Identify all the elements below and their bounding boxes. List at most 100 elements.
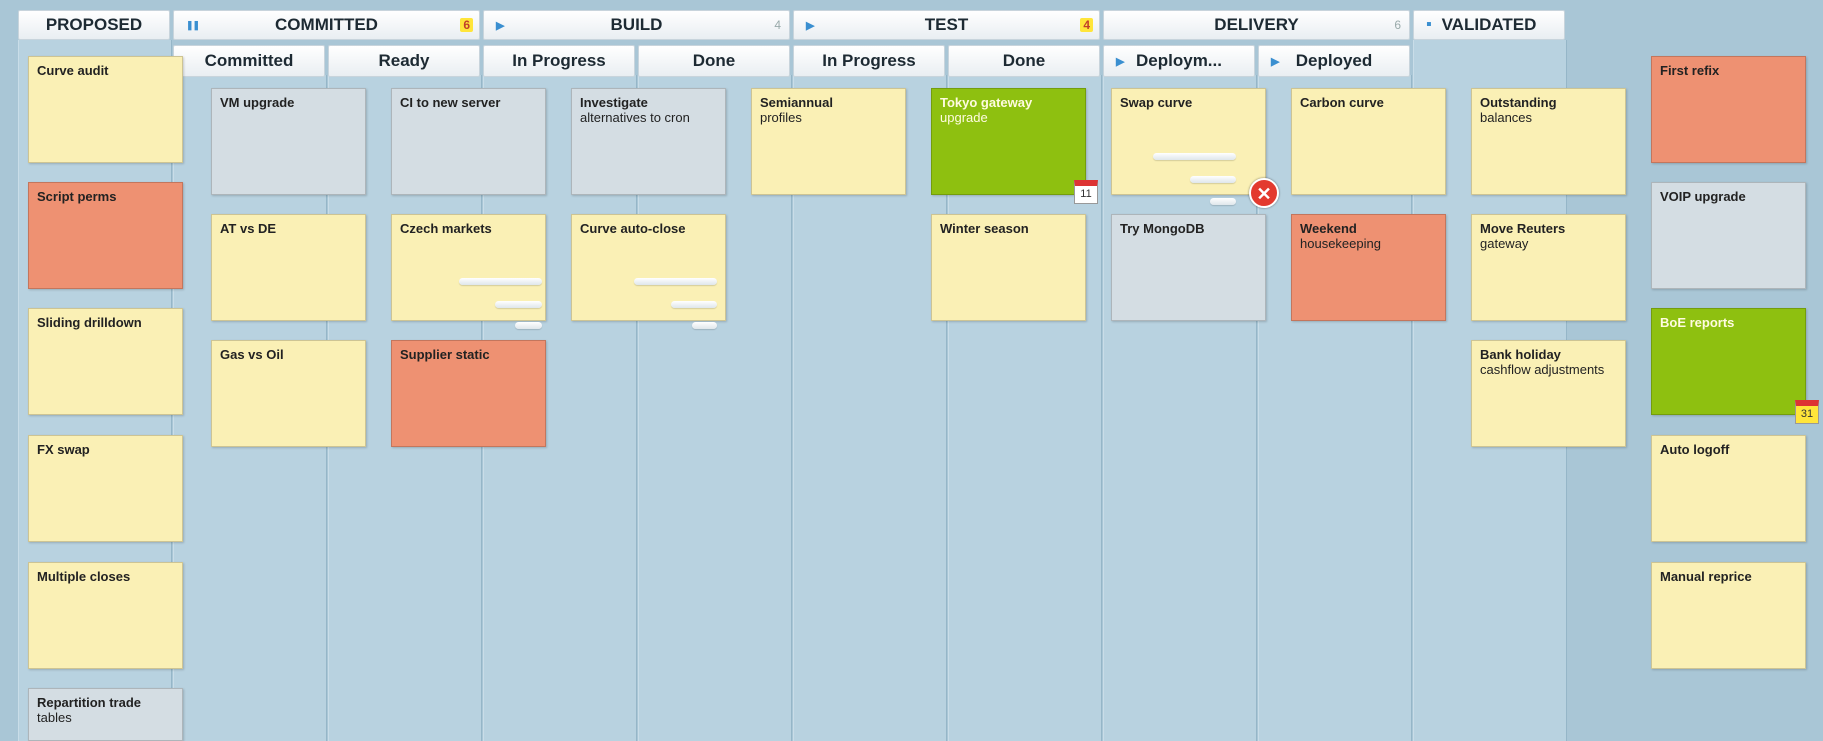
- subcolumn-header-test-in-progress[interactable]: In Progress: [793, 45, 945, 77]
- card-title: First refix: [1660, 63, 1720, 78]
- subcolumn-header-build-done[interactable]: Done: [638, 45, 790, 77]
- due-date: 31: [1800, 408, 1814, 420]
- blurred-placeholder: [692, 322, 717, 329]
- card-script-perms[interactable]: Script perms: [28, 182, 183, 289]
- wip-count-badge: 4: [1080, 18, 1093, 32]
- card-first-refix[interactable]: First refix: [1651, 56, 1806, 163]
- card-title: Gas vs Oil: [220, 347, 284, 362]
- stage-header-proposed[interactable]: PROPOSED: [18, 10, 170, 40]
- card-investigate[interactable]: Investigate alternatives to cron: [571, 88, 726, 195]
- play-triangle-icon[interactable]: ▶: [1271, 55, 1279, 68]
- wip-count: 6: [1394, 18, 1401, 32]
- card-title: VM upgrade: [220, 95, 295, 110]
- subcolumn-header-deployed[interactable]: ▶ Deployed: [1258, 45, 1410, 77]
- card-bank-holiday[interactable]: Bank holiday cashflow adjustments: [1471, 340, 1626, 447]
- card-subtitle: tables: [37, 710, 72, 725]
- card-boe-reports[interactable]: BoE reports: [1651, 308, 1806, 415]
- card-sliding-drilldown[interactable]: Sliding drilldown: [28, 308, 183, 415]
- play-triangle-icon[interactable]: ▶: [496, 19, 504, 32]
- calendar-icon[interactable]: 11: [1074, 180, 1098, 204]
- subcolumn-header-ready[interactable]: Ready: [328, 45, 480, 77]
- card-subtitle: cashflow adjustments: [1480, 362, 1605, 377]
- card-vm-upgrade[interactable]: VM upgrade: [211, 88, 366, 195]
- card-title: BoE reports: [1660, 315, 1735, 330]
- subcolumn-title: Deploym...: [1136, 51, 1222, 70]
- subcolumn-header-build-in-progress[interactable]: In Progress: [483, 45, 635, 77]
- card-subtitle: profiles: [760, 110, 802, 125]
- blurred-placeholder: [495, 301, 542, 308]
- stage-header-test[interactable]: ▶ TEST 4: [793, 10, 1100, 40]
- pause-icon[interactable]: ❚❚: [186, 20, 200, 31]
- subcolumn-header-committed[interactable]: Committed: [173, 45, 325, 77]
- stage-title: COMMITTED: [275, 15, 378, 34]
- card-at-vs-de[interactable]: AT vs DE: [211, 214, 366, 321]
- card-swap-curve[interactable]: Swap curve: [1111, 88, 1266, 195]
- blurred-placeholder: [1210, 198, 1236, 205]
- card-semiannual[interactable]: Semiannual profiles: [751, 88, 906, 195]
- card-multiple-closes[interactable]: Multiple closes: [28, 562, 183, 669]
- close-x-icon[interactable]: ✕: [1249, 178, 1279, 208]
- wip-count: 4: [774, 18, 781, 32]
- card-curve-audit[interactable]: Curve audit: [28, 56, 183, 163]
- card-title: Swap curve: [1120, 95, 1193, 110]
- card-title: Carbon curve: [1300, 95, 1384, 110]
- card-weekend[interactable]: Weekend housekeeping: [1291, 214, 1446, 321]
- card-repartition-trade[interactable]: Repartition trade tables: [28, 688, 183, 741]
- card-subtitle: balances: [1480, 110, 1533, 125]
- subcolumn-title: Done: [692, 51, 736, 70]
- subcolumn-header-test-done[interactable]: Done: [948, 45, 1100, 77]
- stage-title: BUILD: [610, 15, 663, 34]
- wip-count-badge: 6: [460, 18, 473, 32]
- card-title: Curve audit: [37, 63, 109, 78]
- stage-title: DELIVERY: [1214, 15, 1299, 34]
- card-title: Manual reprice: [1660, 569, 1752, 584]
- subcolumn-title: In Progress: [512, 51, 606, 70]
- card-auto-logoff[interactable]: Auto logoff: [1651, 435, 1806, 542]
- play-triangle-icon[interactable]: ▶: [806, 19, 814, 32]
- card-title: CI to new server: [400, 95, 501, 110]
- card-subtitle: gateway: [1480, 236, 1529, 251]
- stage-header-build[interactable]: ▶ BUILD 4: [483, 10, 790, 40]
- card-manual-reprice[interactable]: Manual reprice: [1651, 562, 1806, 669]
- card-subtitle: alternatives to cron: [580, 110, 690, 125]
- card-title: VOIP upgrade: [1660, 189, 1746, 204]
- card-ci-to-new-server[interactable]: CI to new server: [391, 88, 546, 195]
- play-triangle-icon[interactable]: ▶: [1116, 55, 1124, 68]
- card-title: Try MongoDB: [1120, 221, 1205, 236]
- card-title: FX swap: [37, 442, 90, 457]
- blurred-placeholder: [1190, 176, 1236, 183]
- card-subtitle: housekeeping: [1300, 236, 1381, 251]
- subcolumn-title: Deployed: [1295, 51, 1373, 70]
- stage-header-committed[interactable]: ❚❚ COMMITTED 6: [173, 10, 480, 40]
- card-title: Auto logoff: [1660, 442, 1730, 457]
- card-fx-swap[interactable]: FX swap: [28, 435, 183, 542]
- blurred-placeholder: [634, 278, 717, 285]
- calendar-icon[interactable]: 31: [1795, 400, 1819, 424]
- card-voip-upgrade[interactable]: VOIP upgrade: [1651, 182, 1806, 289]
- blurred-placeholder: [515, 322, 542, 329]
- card-try-mongodb[interactable]: Try MongoDB: [1111, 214, 1266, 321]
- card-title: Curve auto-close: [580, 221, 686, 236]
- card-tokyo-gateway[interactable]: Tokyo gateway upgrade: [931, 88, 1086, 195]
- card-outstanding[interactable]: Outstanding balances: [1471, 88, 1626, 195]
- due-date: 11: [1080, 188, 1092, 200]
- stage-header-validated[interactable]: ▪ VALIDATED: [1413, 10, 1565, 40]
- card-title: Semiannual: [760, 95, 833, 110]
- card-gas-vs-oil[interactable]: Gas vs Oil: [211, 340, 366, 447]
- subcolumn-title: Done: [1002, 51, 1046, 70]
- card-title: Outstanding: [1480, 95, 1557, 110]
- card-move-reuters[interactable]: Move Reuters gateway: [1471, 214, 1626, 321]
- card-title: Repartition trade: [37, 695, 142, 710]
- subcolumn-title: Committed: [204, 51, 294, 70]
- card-title: Move Reuters: [1480, 221, 1566, 236]
- card-title: Winter season: [940, 221, 1029, 236]
- card-carbon-curve[interactable]: Carbon curve: [1291, 88, 1446, 195]
- kanban-board: PROPOSED ❚❚ COMMITTED 6 ▶ BUILD 4 ▶ TEST…: [0, 0, 1823, 741]
- subcolumn-header-deployment[interactable]: ▶ Deploym...: [1103, 45, 1255, 77]
- card-supplier-static[interactable]: Supplier static: [391, 340, 546, 447]
- blurred-placeholder: [459, 278, 542, 285]
- stage-header-delivery[interactable]: DELIVERY 6: [1103, 10, 1410, 40]
- bullet-icon: ▪: [1426, 16, 1432, 33]
- card-title: Script perms: [37, 189, 117, 204]
- card-winter-season[interactable]: Winter season: [931, 214, 1086, 321]
